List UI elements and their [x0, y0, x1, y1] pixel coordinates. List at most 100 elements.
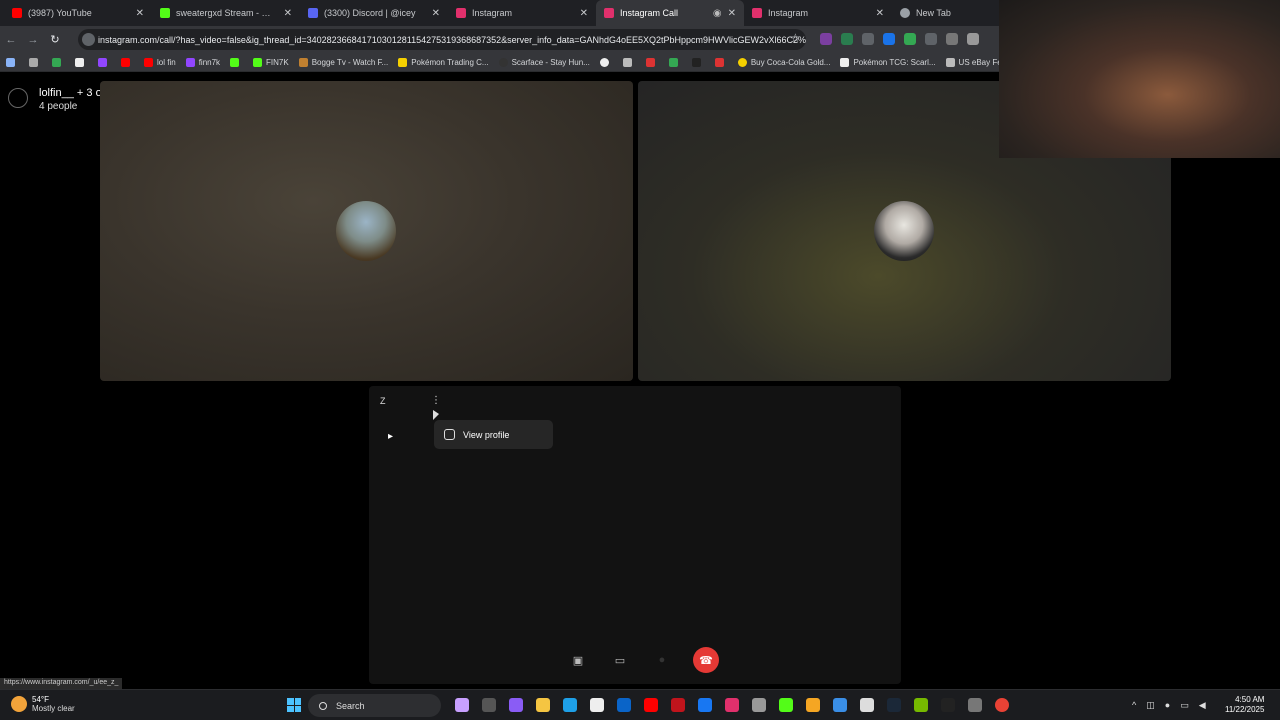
participant-initial: Z — [380, 396, 386, 406]
youtube-icon — [12, 8, 22, 18]
close-icon[interactable]: ✕ — [136, 8, 144, 19]
bookmark-fin7k[interactable]: FIN7K — [253, 57, 289, 67]
bookmark-icon[interactable] — [599, 57, 613, 67]
edge-icon[interactable] — [563, 698, 577, 712]
bookmark-pokemon-trading[interactable]: Pokémon Trading C... — [398, 57, 489, 67]
bookmark-pokemon-tcg[interactable]: Pokémon TCG: Scarl... — [840, 57, 936, 67]
back-icon[interactable]: ← — [0, 34, 22, 46]
display-icon[interactable]: ▭ — [1180, 700, 1189, 711]
system-tray: ^ ◫ ● ▭ ◀ — [1132, 700, 1206, 711]
forward-icon[interactable]: → — [22, 34, 44, 46]
more-options-icon[interactable]: ⋮ — [431, 395, 441, 406]
mic-icon[interactable]: ● — [1165, 700, 1170, 711]
close-icon[interactable]: ✕ — [580, 8, 588, 19]
extensions-bar — [820, 33, 979, 45]
file-explorer-icon[interactable] — [536, 698, 550, 712]
extension-icon[interactable] — [946, 33, 958, 45]
bookmark-icon[interactable] — [75, 57, 88, 67]
start-icon[interactable] — [287, 698, 301, 712]
tab-instagram-call[interactable]: Instagram Call ◉ ✕ — [596, 0, 744, 26]
bookmark-icon[interactable] — [29, 57, 42, 67]
epic-games-icon[interactable] — [941, 698, 955, 712]
bookmark-icon[interactable] — [98, 57, 111, 67]
youtube-icon[interactable] — [644, 698, 658, 712]
weather-icon — [11, 696, 27, 712]
close-icon[interactable]: ✕ — [432, 8, 440, 19]
instagram-call-page: lolfin__ + 3 others 4 people Z ⋮ ▸ View … — [0, 73, 1280, 688]
bookmark-icon[interactable] — [645, 57, 659, 67]
copilot-icon[interactable] — [455, 698, 469, 712]
site-info-icon[interactable] — [82, 33, 95, 46]
netflix-icon[interactable] — [671, 698, 685, 712]
tab-kick[interactable]: sweatergxd Stream - Watch Liv✕ — [152, 0, 300, 26]
end-call-button[interactable]: ☎ — [693, 647, 719, 673]
link-status-url: https://www.instagram.com/_u/ee_z_ — [0, 678, 123, 689]
instagram-icon — [444, 429, 455, 440]
store-icon[interactable] — [590, 698, 604, 712]
tab-instagram-2[interactable]: Instagram ✕ — [744, 0, 892, 26]
instagram-icon — [604, 8, 614, 18]
tab-instagram[interactable]: Instagram ✕ — [448, 0, 596, 26]
view-profile-menu-item[interactable]: View profile — [434, 420, 553, 449]
extension-icon[interactable] — [925, 33, 937, 45]
tab-discord[interactable]: (3300) Discord | @icey ✕ — [300, 0, 448, 26]
app-icon[interactable] — [833, 698, 847, 712]
apps-grid-icon[interactable] — [6, 57, 19, 67]
bookmark-finn7k[interactable]: finn7k — [185, 57, 220, 67]
nvidia-icon[interactable] — [914, 698, 928, 712]
bookmark-bogge-tv[interactable]: Bogge Tv - Watch F... — [298, 57, 388, 67]
close-icon[interactable]: ✕ — [284, 8, 292, 19]
chevron-up-icon[interactable]: ^ — [1132, 700, 1136, 711]
steam-icon[interactable] — [887, 698, 901, 712]
bookmark-icon[interactable] — [691, 57, 705, 67]
call-controls: ▣ ▭ ● ☎ — [567, 647, 719, 673]
app-icon[interactable] — [860, 698, 874, 712]
extension-icon[interactable] — [883, 33, 895, 45]
weather-widget[interactable]: 54°F Mostly clear — [11, 695, 75, 713]
bookmark-icon[interactable] — [230, 57, 243, 67]
app-icon[interactable] — [509, 698, 523, 712]
bookmark-icon[interactable] — [52, 57, 65, 67]
task-view-icon[interactable] — [482, 698, 496, 712]
close-icon[interactable]: ✕ — [728, 8, 736, 19]
camera-off-icon[interactable]: ▭ — [609, 649, 631, 671]
extension-icon[interactable] — [841, 33, 853, 45]
discord-icon — [308, 8, 318, 18]
search-icon — [319, 701, 327, 710]
taskbar-clock[interactable]: 4:50 AM 11/22/2025 — [1225, 695, 1264, 715]
app-icon[interactable] — [752, 698, 766, 712]
facebook-icon[interactable] — [698, 698, 712, 712]
participant-tile-1[interactable] — [100, 81, 633, 381]
chrome-icon[interactable] — [995, 698, 1009, 712]
bookmark-lol-fin[interactable]: lol fin — [144, 57, 176, 67]
taskbar-search[interactable]: Search — [308, 694, 441, 717]
extension-icon[interactable] — [862, 33, 874, 45]
mouse-cursor-icon: ▸ — [388, 431, 394, 442]
extension-icon[interactable] — [820, 33, 832, 45]
url-input[interactable]: instagram.com/call/?has_video=false&ig_t… — [78, 29, 806, 50]
mute-icon[interactable]: ● — [651, 649, 673, 671]
kick-icon[interactable] — [779, 698, 793, 712]
app-icon[interactable] — [968, 698, 982, 712]
kick-icon — [160, 8, 170, 18]
close-icon[interactable]: ✕ — [876, 8, 884, 19]
bookmark-icon[interactable] — [714, 57, 728, 67]
bookmark-icon[interactable] — [121, 57, 134, 67]
extension-icon[interactable] — [904, 33, 916, 45]
amazon-icon[interactable] — [806, 698, 820, 712]
reload-icon[interactable]: ↻ — [44, 33, 66, 46]
bookmark-coca-cola[interactable]: Buy Coca-Cola Gold... — [737, 57, 830, 67]
volume-icon[interactable]: ◀ — [1199, 700, 1206, 711]
bookmark-icon[interactable] — [668, 57, 682, 67]
instagram-icon[interactable] — [725, 698, 739, 712]
bookmark-star-icon[interactable]: ☆ — [790, 31, 801, 45]
mouse-cursor-icon — [433, 410, 439, 420]
bookmark-scarface[interactable]: Scarface - Stay Hun... — [498, 57, 590, 67]
tab-youtube[interactable]: (3987) YouTube ✕ — [4, 0, 152, 26]
profile-icon[interactable] — [967, 33, 979, 45]
outlook-icon[interactable] — [617, 698, 631, 712]
network-icon[interactable]: ◫ — [1146, 700, 1155, 711]
participant-tile-3[interactable]: Z ⋮ ▸ View profile ▣ ▭ ● ☎ — [369, 386, 901, 684]
share-screen-icon[interactable]: ▣ — [567, 649, 589, 671]
bookmark-icon[interactable] — [622, 57, 636, 67]
